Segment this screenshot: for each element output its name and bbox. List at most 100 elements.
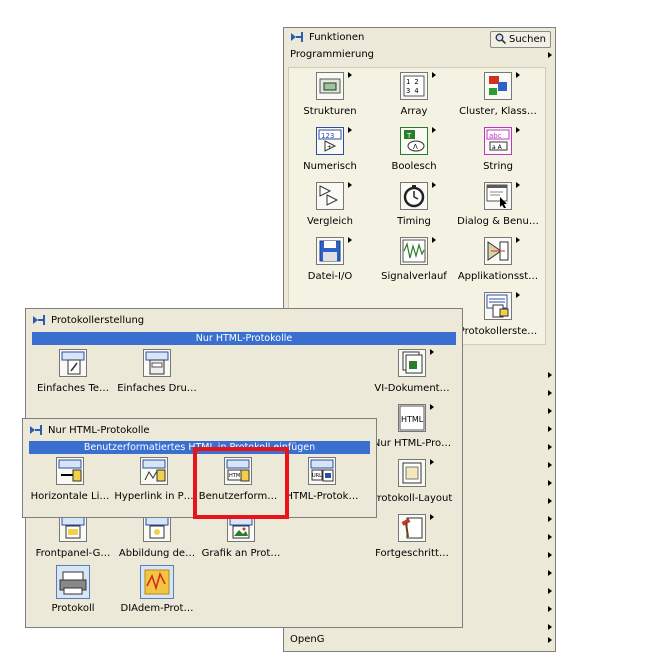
html-item-horizontale-linie[interactable]: Horizontale Li… xyxy=(28,453,112,507)
report-item-label: VI-Dokument… xyxy=(374,383,450,394)
report-item-nur-html[interactable]: HTML Nur HTML-Pro… xyxy=(370,400,454,454)
report-item-fortgeschritten[interactable]: Fortgeschritt… xyxy=(370,510,454,564)
submenu-arrow-icon xyxy=(348,127,352,133)
submenu-arrow-icon xyxy=(548,516,552,522)
report-generation-icon xyxy=(484,292,512,320)
functions-palette-title: Funktionen xyxy=(309,31,365,43)
submenu-arrow-icon xyxy=(548,408,552,414)
search-icon xyxy=(495,33,507,47)
report-item-einfaches-text[interactable]: Einfaches Te… xyxy=(31,345,115,399)
submenu-arrow-icon xyxy=(516,72,520,78)
submenu-arrow-icon xyxy=(432,127,436,133)
report-palette-titlebar[interactable]: Protokollerstellung xyxy=(26,311,462,329)
palette-item-label: Vergleich xyxy=(306,216,354,227)
palette-item-label: Cluster, Klass… xyxy=(459,106,537,117)
palette-item-boolesch[interactable]: TΛ Boolesch xyxy=(372,123,456,177)
submenu-arrow-icon xyxy=(548,462,552,468)
palette-item-signalverlauf[interactable]: Signalverlauf xyxy=(372,233,456,287)
structures-icon xyxy=(316,72,344,100)
svg-text:URL: URL xyxy=(312,473,322,479)
report-palette-title: Protokollerstellung xyxy=(51,314,145,326)
palette-item-label: Dialog & Benu… xyxy=(457,216,539,227)
palette-item-timing[interactable]: Timing xyxy=(372,178,456,232)
advanced-tools-icon xyxy=(398,514,426,542)
submenu-arrow-icon xyxy=(548,624,552,630)
submenu-arrow-icon xyxy=(548,480,552,486)
svg-text:123: 123 xyxy=(321,132,334,140)
report-item-label: Einfaches Te… xyxy=(36,383,110,394)
report-item-diadem[interactable]: DIAdem-Prot… xyxy=(115,565,199,619)
submenu-arrow-icon xyxy=(430,459,434,465)
palette-item-label: Strukturen xyxy=(303,106,357,117)
html-item-label: HTML-Protok… xyxy=(285,491,359,502)
svg-text:abc: abc xyxy=(489,132,502,140)
submenu-arrow-icon xyxy=(516,237,520,243)
report-item-protokoll-layout[interactable]: Protokoll-Layout xyxy=(370,455,454,509)
report-palette-header: Nur HTML-Protokolle xyxy=(32,332,456,345)
palette-item-numerisch[interactable]: 123 + Numerisch xyxy=(288,123,372,177)
search-button[interactable]: Suchen xyxy=(489,31,551,48)
report-item-abbildung[interactable]: Abbildung de… xyxy=(115,510,199,564)
svg-text:T: T xyxy=(406,132,412,140)
palette-item-string[interactable]: abc a A String xyxy=(456,123,540,177)
figure-icon xyxy=(143,514,171,542)
html-item-label: Horizontale Li… xyxy=(30,491,110,502)
submenu-arrow-icon xyxy=(548,552,552,558)
submenu-arrow-icon xyxy=(548,52,552,58)
palette-item-array[interactable]: 1 23 4 Array xyxy=(372,68,456,122)
cluster-icon xyxy=(484,72,512,100)
html-item-html-protokoll[interactable]: URL HTML-Protok… xyxy=(280,453,364,507)
submenu-arrow-icon xyxy=(430,349,434,355)
report-item-label: Protokoll-Layout xyxy=(371,493,453,504)
submenu-arrow-icon xyxy=(548,444,552,450)
report-item-label: Protokoll xyxy=(51,603,95,614)
palette-item-label: Boolesch xyxy=(391,161,437,172)
submenu-arrow-icon xyxy=(548,570,552,576)
palette-item-label: Datei-I/O xyxy=(307,271,353,282)
submenu-arrow-icon xyxy=(548,390,552,396)
html-item-hyperlink[interactable]: Hyperlink in P… xyxy=(112,453,196,507)
submenu-arrow-icon xyxy=(548,372,552,378)
highlight-box xyxy=(193,447,289,519)
hyperlink-icon xyxy=(140,457,168,485)
report-item-einfaches-druck[interactable]: Einfaches Dru… xyxy=(115,345,199,399)
submenu-arrow-icon xyxy=(548,426,552,432)
report-item-protokoll[interactable]: Protokoll xyxy=(31,565,115,619)
palette-item-applikationssteuerung[interactable]: Applikationsst… xyxy=(456,233,540,287)
report-item-frontpanel-grafik[interactable]: Frontpanel-G… xyxy=(31,510,115,564)
waveform-icon xyxy=(400,237,428,265)
printer-icon xyxy=(56,565,90,599)
timing-icon xyxy=(400,182,428,210)
vi-documentation-icon xyxy=(398,349,426,377)
palette-item-dialog[interactable]: Dialog & Benu… xyxy=(456,178,540,232)
svg-text:3 4: 3 4 xyxy=(406,87,419,95)
submenu-arrow-icon xyxy=(348,237,352,243)
svg-text:Λ: Λ xyxy=(413,143,418,151)
submenu-arrow-icon xyxy=(432,182,436,188)
report-item-vi-dokumentation[interactable]: VI-Dokument… xyxy=(370,345,454,399)
submenu-arrow-icon xyxy=(348,182,352,188)
submenu-arrow-icon xyxy=(548,498,552,504)
dialog-icon xyxy=(484,182,512,210)
category-programmierung[interactable]: Programmierung xyxy=(290,49,374,60)
html-report-icon: URL xyxy=(308,457,336,485)
pin-icon[interactable] xyxy=(290,31,304,43)
report-item-label: Einfaches Dru… xyxy=(117,383,197,394)
array-icon: 1 23 4 xyxy=(400,72,428,100)
report-item-label: Fortgeschritt… xyxy=(375,548,449,559)
palette-item-strukturen[interactable]: Strukturen xyxy=(288,68,372,122)
pin-icon[interactable] xyxy=(29,424,43,436)
palette-item-cluster[interactable]: Cluster, Klass… xyxy=(456,68,540,122)
submenu-arrow-icon xyxy=(432,237,436,243)
palette-item-protokollerstellung[interactable]: Protokollerste… xyxy=(456,288,540,342)
report-layout-icon xyxy=(398,459,426,487)
palette-item-vergleich[interactable]: Vergleich xyxy=(288,178,372,232)
report-text-icon xyxy=(59,349,87,377)
palette-item-datei-io[interactable]: Datei-I/O xyxy=(288,233,372,287)
search-button-label: Suchen xyxy=(508,34,546,45)
submenu-arrow-icon xyxy=(516,127,520,133)
category-openg[interactable]: OpenG xyxy=(290,634,324,645)
html-palette-titlebar[interactable]: Nur HTML-Protokolle xyxy=(23,421,376,439)
pin-icon[interactable] xyxy=(32,314,46,326)
palette-item-label: Numerisch xyxy=(303,161,357,172)
